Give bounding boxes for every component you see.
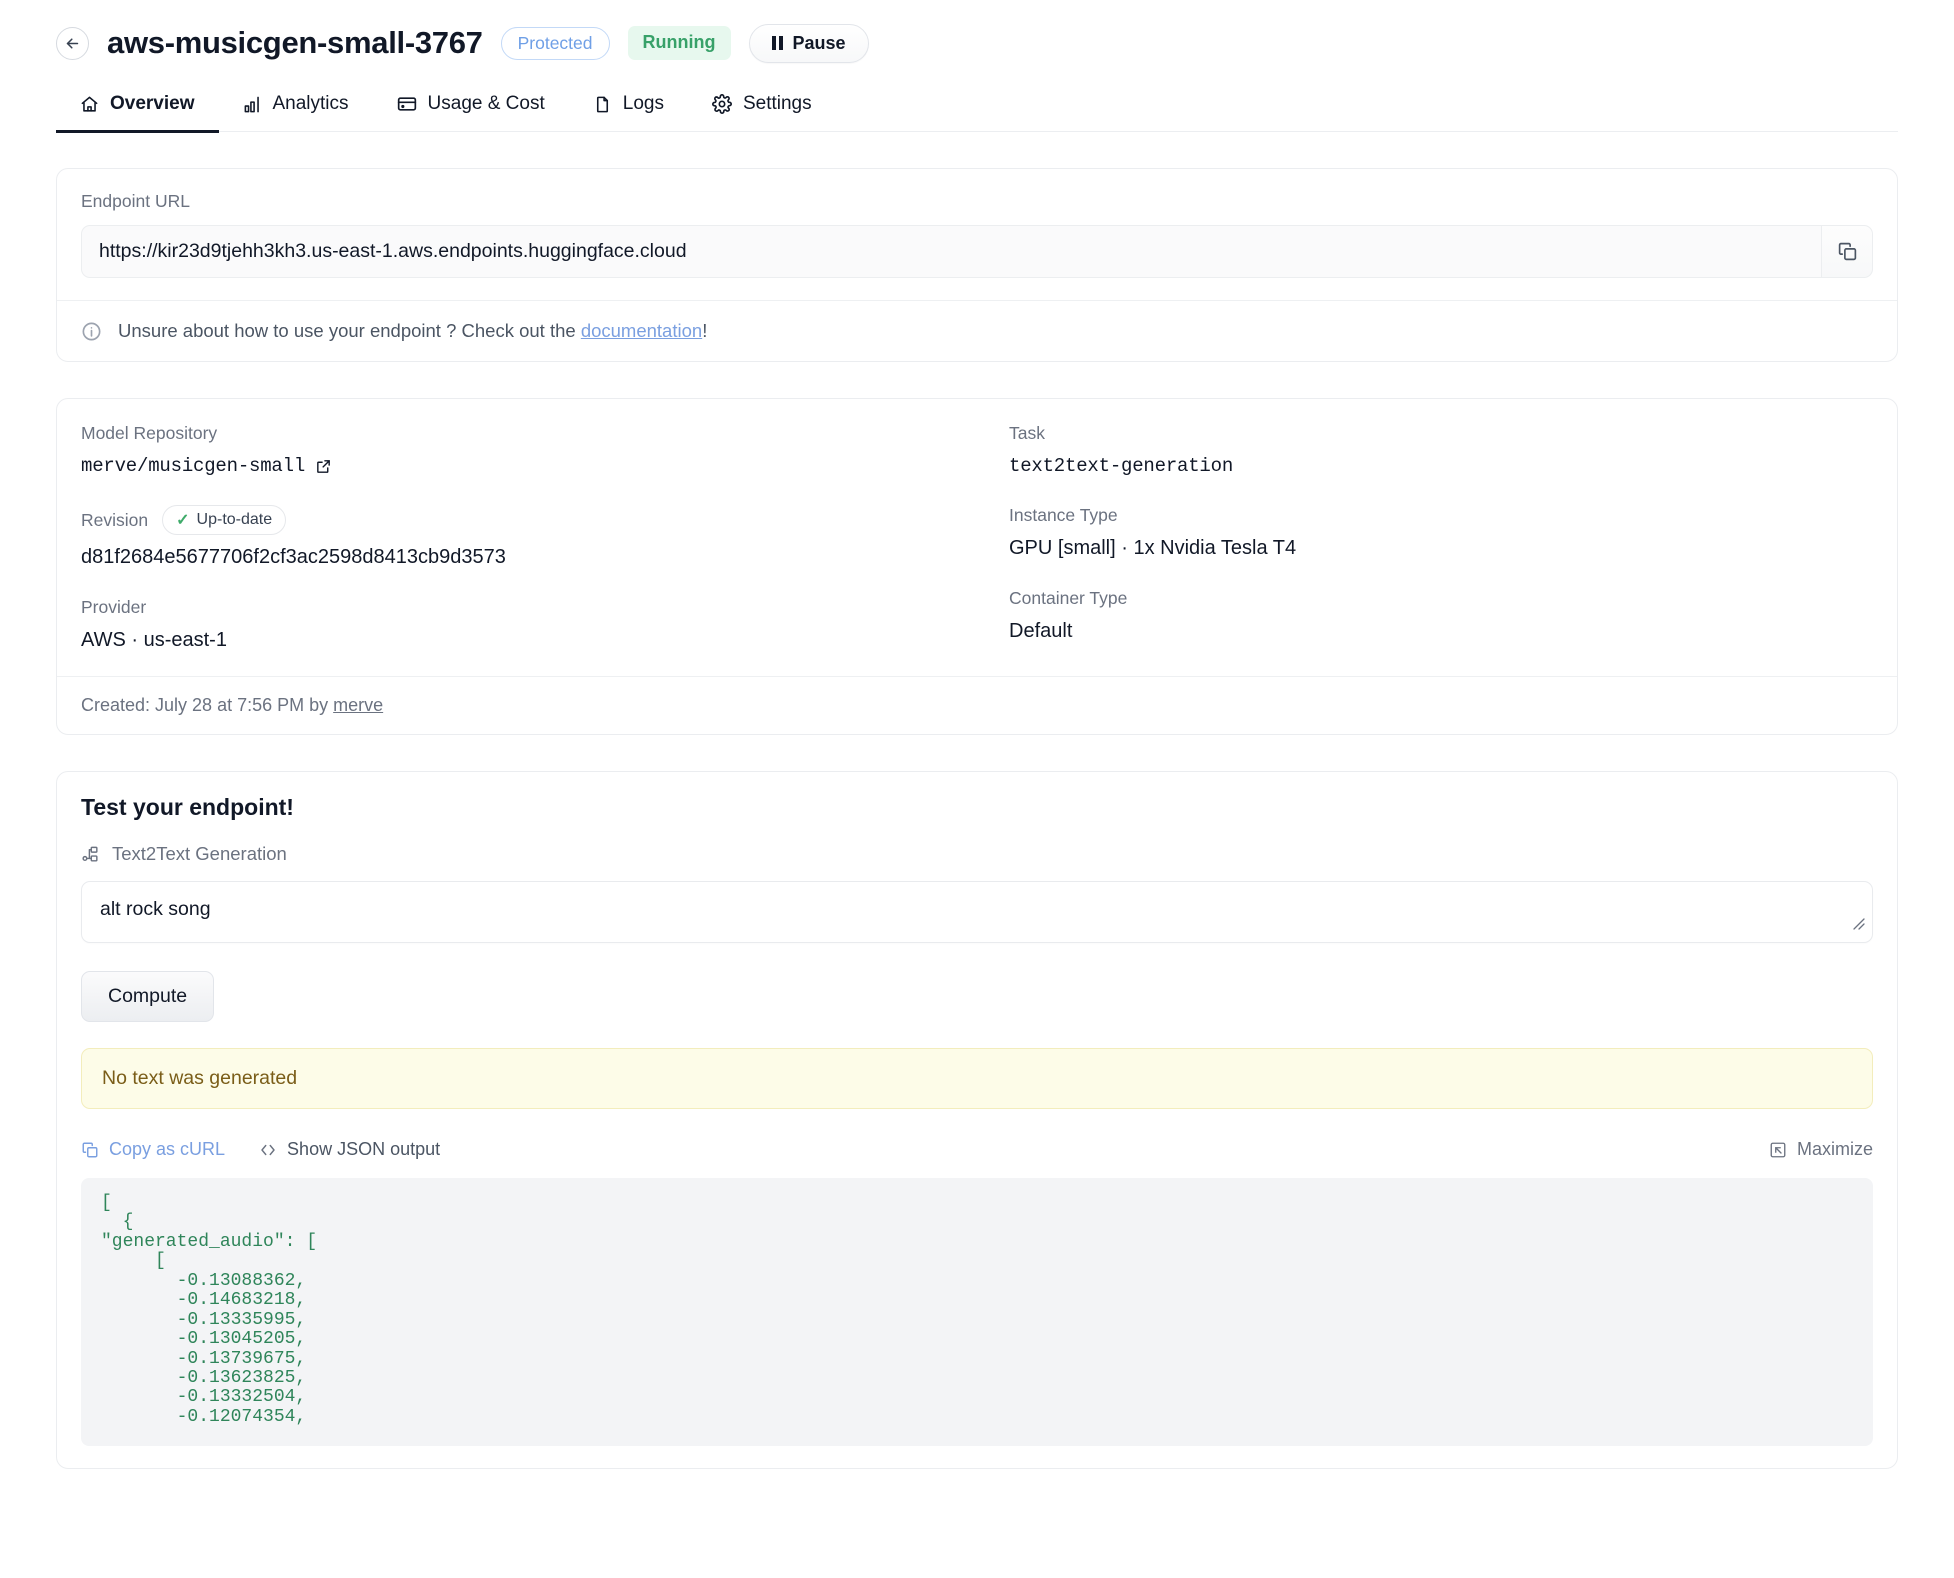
- maximize-button[interactable]: Maximize: [1769, 1139, 1873, 1160]
- status-badge: Running: [627, 26, 731, 60]
- test-endpoint-heading: Test your endpoint!: [81, 794, 294, 820]
- provider-group: Provider AWS · us-east-1: [81, 597, 953, 652]
- model-repository-value-row: merve/musicgen-small: [81, 455, 953, 477]
- endpoint-url-value[interactable]: https://kir23d9tjehh3kh3.us-east-1.aws.e…: [81, 225, 1821, 278]
- created-author-link[interactable]: merve: [333, 695, 383, 715]
- tab-usage-cost-label: Usage & Cost: [427, 93, 545, 114]
- tab-overview[interactable]: Overview: [56, 93, 219, 133]
- task-label: Task: [1009, 423, 1045, 443]
- details-grid: Model Repository merve/musicgen-small Re…: [57, 399, 1897, 676]
- endpoint-url-label: Endpoint URL: [81, 191, 190, 211]
- revision-value: d81f2684e5677706f2cf3ac2598d8413cb9d3573: [81, 546, 506, 568]
- copy-endpoint-url-button[interactable]: [1821, 225, 1873, 278]
- tab-overview-label: Overview: [110, 93, 195, 114]
- endpoint-url-card: Endpoint URL https://kir23d9tjehh3kh3.us…: [56, 168, 1898, 362]
- revision-group: Revision ✓ Up-to-date d81f2684e5677706f2…: [81, 505, 953, 569]
- home-icon: [81, 96, 98, 112]
- maximize-label: Maximize: [1796, 1139, 1873, 1159]
- model-repository-group: Model Repository merve/musicgen-small: [81, 423, 953, 477]
- details-left-column: Model Repository merve/musicgen-small Re…: [57, 399, 977, 676]
- gear-icon: [712, 94, 732, 114]
- documentation-link[interactable]: documentation: [581, 320, 702, 341]
- revision-status-badge: ✓ Up-to-date: [162, 505, 287, 535]
- credit-card-icon: [397, 97, 416, 111]
- test-task-name: Text2Text Generation: [112, 843, 287, 864]
- container-type-group: Container Type Default: [1009, 588, 1873, 643]
- page-header: aws-musicgen-small-3767 Protected Runnin…: [56, 0, 1898, 64]
- created-row: Created: July 28 at 7:56 PM by merve: [57, 676, 1897, 734]
- model-repository-value: merve/musicgen-small: [81, 455, 306, 477]
- instance-type-group: Instance Type GPU [small] · 1x Nvidia Te…: [1009, 505, 1873, 560]
- test-endpoint-body: Test your endpoint! Text2Text Generation…: [57, 772, 1897, 1468]
- pause-button[interactable]: Pause: [748, 23, 869, 63]
- tab-logs[interactable]: Logs: [569, 93, 688, 131]
- copy-as-curl-button[interactable]: Copy as cURL: [81, 1139, 225, 1160]
- resize-grip-glyph: [1853, 918, 1865, 930]
- copy-icon: [82, 1142, 98, 1157]
- copy-icon: [1838, 242, 1856, 261]
- documentation-hint-prefix: Unsure about how to use your endpoint ? …: [118, 320, 581, 341]
- maximize-icon: [1770, 1142, 1786, 1157]
- endpoint-details-card: Model Repository merve/musicgen-small Re…: [56, 398, 1898, 735]
- test-endpoint-card: Test your endpoint! Text2Text Generation…: [56, 771, 1898, 1469]
- external-link-glyph: [317, 459, 330, 473]
- copy-as-curl-label: Copy as cURL: [109, 1139, 226, 1159]
- info-circle-icon: [82, 322, 101, 340]
- tab-analytics-label: Analytics: [272, 93, 349, 114]
- details-right-column: Task text2text-generation Instance Type …: [977, 399, 1897, 676]
- resize-handle-icon[interactable]: [1851, 915, 1867, 938]
- created-text: Created: July 28 at 7:56 PM by: [81, 695, 334, 715]
- provider-label: Provider: [81, 597, 147, 617]
- test-task-row: Text2Text Generation: [81, 843, 1873, 865]
- json-output-block[interactable]: [ { "generated_audio": [ [ -0.13088362, …: [81, 1178, 1873, 1446]
- file-icon: [596, 96, 608, 112]
- tab-usage-cost[interactable]: Usage & Cost: [373, 93, 569, 131]
- pipeline-icon: [82, 846, 98, 862]
- pause-button-label: Pause: [792, 32, 846, 53]
- check-icon: ✓: [176, 512, 190, 529]
- instance-type-value: GPU [small] · 1x Nvidia Tesla T4: [1009, 537, 1297, 559]
- prompt-input-value: alt rock song: [100, 898, 211, 920]
- model-repository-label: Model Repository: [81, 423, 218, 443]
- instance-type-label: Instance Type: [1009, 505, 1118, 525]
- revision-status-label: Up-to-date: [196, 511, 273, 528]
- tab-settings[interactable]: Settings: [688, 93, 836, 131]
- revision-label-row: Revision ✓ Up-to-date: [81, 505, 953, 535]
- compute-button-label: Compute: [108, 985, 188, 1007]
- arrow-left-icon: [66, 37, 79, 49]
- tab-settings-label: Settings: [742, 93, 812, 114]
- documentation-hint-suffix: !: [702, 320, 708, 341]
- documentation-hint-text: Unsure about how to use your endpoint ? …: [118, 320, 707, 342]
- back-button[interactable]: [56, 26, 89, 60]
- tab-bar: Overview Analytics Usage & Cost Logs Set…: [56, 74, 1898, 133]
- prompt-input[interactable]: alt rock song: [81, 881, 1873, 943]
- compute-button[interactable]: Compute: [81, 971, 215, 1022]
- documentation-hint: Unsure about how to use your endpoint ? …: [57, 300, 1897, 361]
- endpoint-url-body: Endpoint URL https://kir23d9tjehh3kh3.us…: [57, 169, 1897, 300]
- container-type-value: Default: [1009, 620, 1073, 642]
- pause-icon: [771, 36, 783, 50]
- show-json-output-label: Show JSON output: [287, 1139, 441, 1159]
- page-title: aws-musicgen-small-3767: [107, 25, 483, 60]
- provider-value: AWS · us-east-1: [81, 629, 227, 651]
- no-text-warning: No text was generated: [81, 1048, 1873, 1109]
- endpoint-url-field: https://kir23d9tjehh3kh3.us-east-1.aws.e…: [81, 225, 1873, 278]
- output-toolbar: Copy as cURL Show JSON output Maximize: [81, 1139, 1873, 1160]
- task-group: Task text2text-generation: [1009, 423, 1873, 477]
- code-brackets-icon: [261, 1144, 275, 1155]
- bar-chart-icon: [244, 96, 259, 112]
- container-type-label: Container Type: [1009, 588, 1128, 608]
- endpoint-overview-page: aws-musicgen-small-3767 Protected Runnin…: [0, 0, 1954, 1578]
- show-json-output-button[interactable]: Show JSON output: [259, 1139, 440, 1160]
- tab-logs-label: Logs: [622, 93, 664, 114]
- revision-label: Revision: [81, 509, 149, 530]
- task-value: text2text-generation: [1009, 455, 1234, 477]
- tab-analytics[interactable]: Analytics: [219, 93, 373, 131]
- external-link-icon[interactable]: [315, 458, 332, 475]
- protected-badge: Protected: [500, 26, 610, 60]
